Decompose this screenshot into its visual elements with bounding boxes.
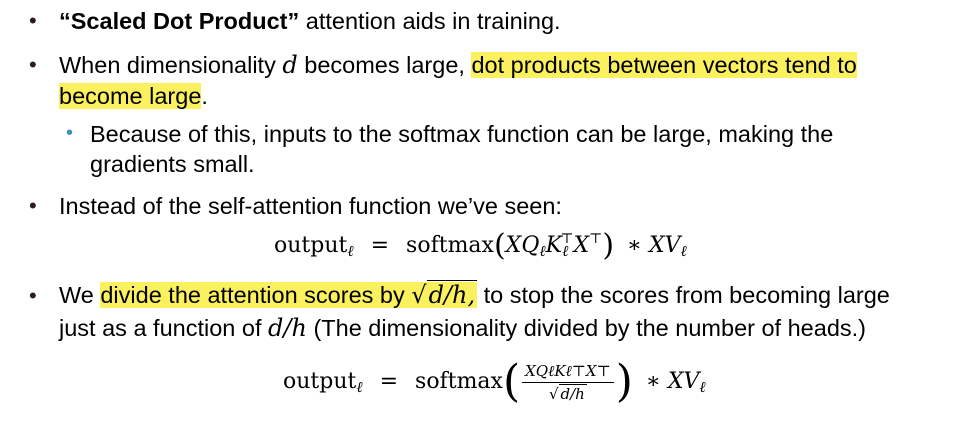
bullet-3-text: Instead of the self-attention function w…	[59, 193, 562, 219]
bullet-2-line-2: become large.	[59, 83, 208, 109]
sub-bullet-line-2: gradients small.	[90, 151, 255, 177]
bullet-4-line-1: We divide the attention scores by √d/h, …	[59, 280, 890, 309]
sub-bullet-dot: •	[66, 122, 74, 144]
bullet-1-text: “Scaled Dot Product” attention aids in t…	[59, 8, 561, 34]
fraction: XQℓKℓ⊤X⊤ √ d/h	[522, 362, 614, 403]
math-d: d	[282, 51, 298, 79]
highlight-text: dot products between vectors tend to	[471, 52, 857, 78]
bullet-dot: •	[29, 8, 37, 33]
bullet-dot: •	[29, 52, 37, 77]
sqrt-expression: √d/h,	[411, 280, 478, 309]
bold-phrase: “Scaled Dot Product”	[59, 8, 300, 34]
formula-self-attention: outputℓ = softmax(XQℓKℓ⊤X⊤) ∗ XVℓ	[274, 228, 687, 263]
highlight-text: become large	[59, 83, 202, 109]
bullet-4-line-2: just as a function of d/h (The dimension…	[59, 314, 866, 342]
bullet-2-line-1: When dimensionality d becomes large, dot…	[59, 51, 857, 79]
bullet-dot: •	[29, 283, 37, 308]
math-d-over-h: d/h	[268, 314, 307, 342]
bullet-dot: •	[29, 193, 37, 218]
sub-bullet-line-1: Because of this, inputs to the softmax f…	[90, 121, 834, 147]
slide: • “Scaled Dot Product” attention aids in…	[0, 0, 958, 436]
highlight-text: divide the attention scores by √d/h,	[100, 280, 478, 309]
formula-scaled-attention: outputℓ = softmax(XQℓKℓ⊤X⊤ √ d/h) ∗ XVℓ	[283, 356, 706, 407]
